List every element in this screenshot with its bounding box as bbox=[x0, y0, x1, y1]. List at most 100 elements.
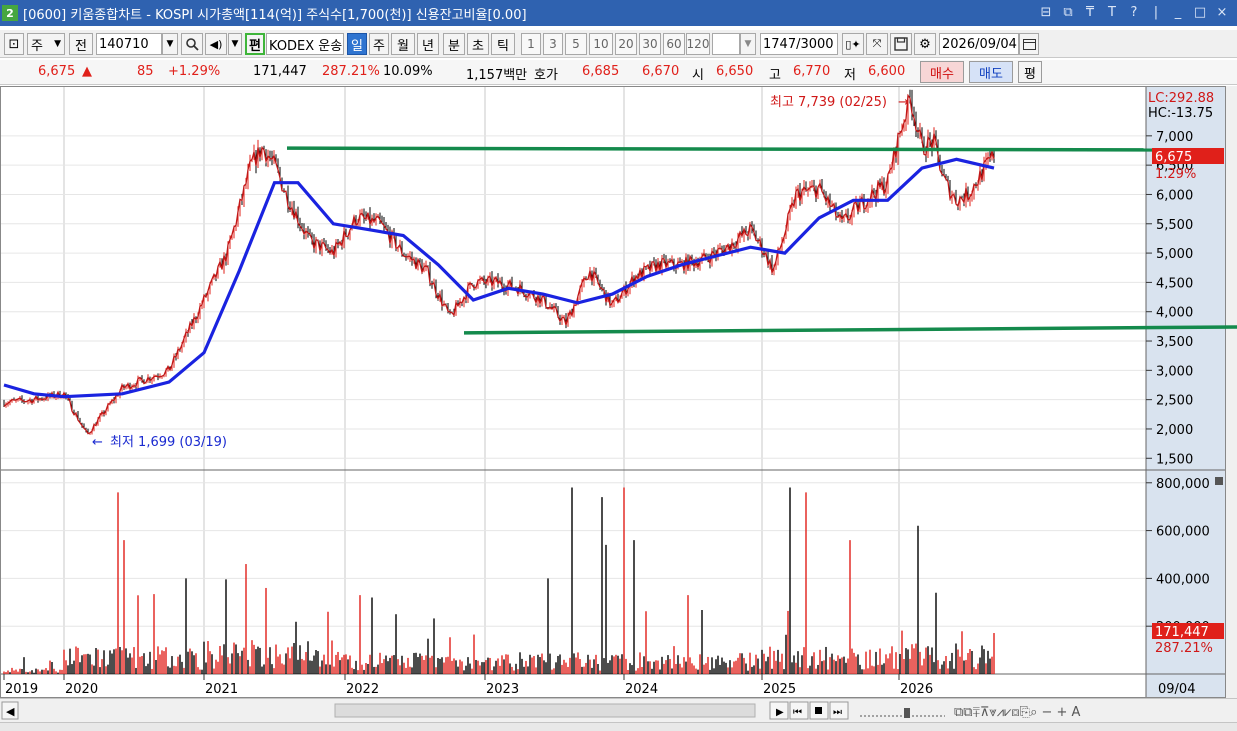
dropdown-arrow-icon: ▼ bbox=[54, 39, 61, 49]
help-icon[interactable]: ? bbox=[1125, 3, 1143, 21]
candle-icon[interactable]: ▯✦ bbox=[842, 33, 864, 55]
count-field[interactable]: 1747/3000 bbox=[760, 33, 838, 55]
year-tick-label: 2021 bbox=[205, 682, 238, 697]
crosshair-icon[interactable]: ⤧ bbox=[866, 33, 888, 55]
tile-icon[interactable]: ⊟ bbox=[1037, 3, 1055, 21]
price-tick-label: 1,500 bbox=[1156, 452, 1193, 467]
pin-icon[interactable]: ₸ bbox=[1081, 3, 1099, 21]
resistance-trendline[interactable] bbox=[286, 146, 1166, 152]
trade-amount: 1,157백만 bbox=[466, 68, 528, 83]
zoom-slider-handle[interactable] bbox=[904, 708, 910, 718]
high-price: 6,770 bbox=[793, 64, 831, 79]
search-icon[interactable] bbox=[181, 33, 203, 55]
market-select[interactable]: 주 ▼ bbox=[27, 33, 65, 55]
price-tick-label: 4,000 bbox=[1156, 306, 1193, 321]
interval-120[interactable]: 120 bbox=[686, 33, 710, 55]
turnover-rate: 10.09% bbox=[383, 64, 433, 79]
ask-price: 6,685 bbox=[582, 64, 620, 79]
low-price: 6,600 bbox=[868, 64, 906, 79]
period-year-tab[interactable]: 년 bbox=[417, 33, 439, 55]
interval-1[interactable]: 1 bbox=[521, 33, 541, 55]
period-tick-tab[interactable]: 틱 bbox=[491, 33, 515, 55]
lc-label: LC:292.88 bbox=[1148, 91, 1214, 106]
year-tick-label: 2024 bbox=[625, 682, 658, 697]
price-tick-label: 3,000 bbox=[1156, 364, 1193, 379]
period-second-tab[interactable]: 초 bbox=[467, 33, 489, 55]
date-input[interactable]: 2026/09/04 bbox=[939, 33, 1019, 55]
speaker-dropdown-icon[interactable]: ▼ bbox=[228, 33, 242, 55]
interval-60[interactable]: 60 bbox=[663, 33, 685, 55]
evaluate-button[interactable]: 평 bbox=[1018, 61, 1042, 83]
layout-icon[interactable]: ⊡ bbox=[4, 33, 24, 55]
high-annotation: 최고 7,739 (02/25) bbox=[770, 95, 887, 110]
code-input[interactable]: 140710 bbox=[96, 33, 162, 55]
chart-area[interactable]: 최고 7,739 (02/25) → ← 최저 1,699 (03/19) LC… bbox=[0, 86, 1237, 698]
period-week-tab[interactable]: 주 bbox=[369, 33, 389, 55]
price-tick-label: 6,000 bbox=[1156, 188, 1193, 203]
chart-svg[interactable]: 최고 7,739 (02/25) → ← 최저 1,699 (03/19) LC… bbox=[0, 86, 1237, 698]
quote-bar: 6,675 ▲ 85 +1.29% 171,447 287.21% 10.09%… bbox=[0, 60, 1237, 85]
open-label: 시 bbox=[692, 68, 704, 83]
prev-button[interactable]: 전 bbox=[69, 33, 93, 55]
window-badge: 2 bbox=[2, 5, 18, 21]
interval-3[interactable]: 3 bbox=[543, 33, 563, 55]
volume-tick-label: 600,000 bbox=[1156, 525, 1210, 540]
volume-tick-label: 400,000 bbox=[1156, 572, 1210, 587]
price-tick-label: 7,000 bbox=[1156, 130, 1193, 145]
current-price: 6,675 bbox=[38, 64, 76, 79]
low-annotation: 최저 1,699 (03/19) bbox=[110, 435, 227, 450]
scroll-thumb[interactable] bbox=[334, 703, 756, 718]
bid-price: 6,670 bbox=[642, 64, 680, 79]
interval-20[interactable]: 20 bbox=[615, 33, 637, 55]
period-month-tab[interactable]: 월 bbox=[391, 33, 415, 55]
last-volume-label: 171,447 bbox=[1155, 625, 1209, 640]
date-axis-end-label: 09/04 bbox=[1158, 682, 1195, 697]
chart-scrollbar[interactable]: ◀ ▶ ⏮ ⏭ ⧉⧉⩱⊼⩔⩘⩗⧈⎘⌕ − + A bbox=[0, 698, 1237, 722]
last-price-label: 6,675 bbox=[1155, 150, 1192, 165]
maximize-button[interactable]: □ bbox=[1191, 3, 1209, 21]
calendar-icon[interactable] bbox=[1019, 33, 1039, 55]
period-day-tab[interactable]: 일 bbox=[347, 33, 367, 55]
volume-tick-label: 800,000 bbox=[1156, 477, 1210, 492]
interval-5[interactable]: 5 bbox=[565, 33, 587, 55]
price-change: 85 bbox=[137, 64, 154, 79]
price-tick-label: 5,500 bbox=[1156, 218, 1193, 233]
buy-button[interactable]: 매수 bbox=[920, 61, 964, 83]
count-value: 1747 bbox=[763, 36, 797, 52]
volume-menu-icon[interactable] bbox=[1215, 477, 1223, 485]
price-change-pct: +1.29% bbox=[168, 64, 221, 79]
font-icon[interactable]: T bbox=[1103, 3, 1121, 21]
interval-custom-input[interactable] bbox=[712, 33, 740, 55]
interval-30[interactable]: 30 bbox=[639, 33, 661, 55]
market-label: 주 bbox=[31, 38, 43, 54]
edit-button[interactable]: 편 bbox=[245, 33, 265, 55]
rewind-icon: ⏮ bbox=[793, 707, 802, 718]
separator: | bbox=[1153, 4, 1159, 20]
forward-icon: ⏭ bbox=[833, 707, 842, 718]
year-tick-label: 2025 bbox=[763, 682, 796, 697]
interval-10[interactable]: 10 bbox=[589, 33, 613, 55]
window-controls: ⊟ ⧉ ₸ T ? | _ □ × bbox=[1037, 3, 1231, 21]
year-tick-label: 2023 bbox=[486, 682, 519, 697]
minimize-button[interactable]: _ bbox=[1169, 3, 1187, 21]
year-tick-label: 2026 bbox=[900, 682, 933, 697]
price-tick-label: 2,500 bbox=[1156, 394, 1193, 409]
restore-icon[interactable]: ⧉ bbox=[1059, 3, 1077, 21]
status-strip bbox=[0, 722, 1237, 731]
gear-icon[interactable]: ⚙ bbox=[914, 33, 936, 55]
hc-label: HC:-13.75 bbox=[1148, 106, 1213, 121]
sell-button[interactable]: 매도 bbox=[969, 61, 1013, 83]
ask-label: 호가 bbox=[534, 68, 558, 83]
price-tick-label: 4,500 bbox=[1156, 276, 1193, 291]
close-button[interactable]: × bbox=[1213, 3, 1231, 21]
chart-tools-icons[interactable]: ⧉⧉⩱⊼⩔⩘⩗⧈⎘⌕ − + A bbox=[954, 705, 1081, 720]
stop-icon bbox=[815, 707, 822, 714]
code-dropdown-icon[interactable]: ▼ bbox=[162, 33, 178, 55]
interval-dropdown-icon[interactable]: ▼ bbox=[740, 33, 756, 55]
speaker-icon[interactable]: ◀) bbox=[205, 33, 227, 55]
save-icon[interactable] bbox=[890, 33, 912, 55]
toolbar: ⊡ 주 ▼ 전 140710 ▼ ◀) ▼ 편 KODEX 운송 일 주 월 년 … bbox=[0, 30, 1237, 58]
stock-name-field: KODEX 운송 bbox=[266, 33, 344, 55]
period-minute-tab[interactable]: 분 bbox=[443, 33, 465, 55]
high-arrow-icon: → bbox=[898, 95, 909, 110]
